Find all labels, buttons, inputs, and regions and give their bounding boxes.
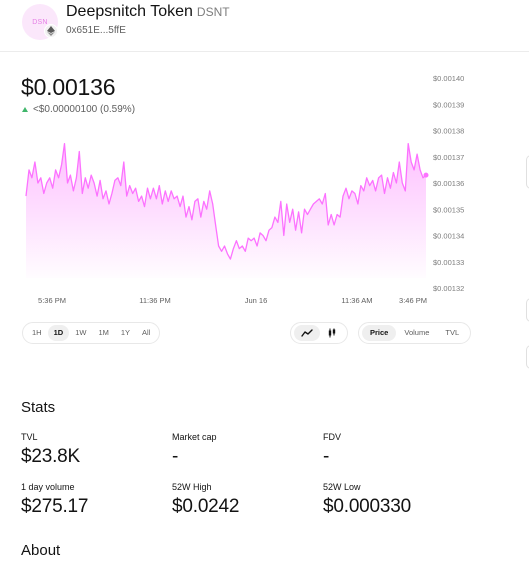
time-range-1d[interactable]: 1D bbox=[47, 325, 70, 341]
stat-tvl: TVL $23.8K bbox=[21, 432, 80, 468]
stat-label: Market cap bbox=[172, 432, 217, 442]
stat-market-cap: Market cap - bbox=[172, 432, 217, 468]
token-symbol: DSNT bbox=[196, 5, 230, 19]
price-chart[interactable]: $0.00140 $0.00139 $0.00138 $0.00137 $0.00136… bbox=[0, 65, 529, 310]
y-tick-label: $0.00133 bbox=[433, 258, 464, 267]
time-range-1h[interactable]: 1H bbox=[26, 325, 48, 341]
stat-label: 1 day volume bbox=[21, 482, 75, 492]
y-tick-label: $0.00136 bbox=[433, 179, 464, 188]
metric-price[interactable]: Price bbox=[362, 325, 397, 341]
stat-value: $0.0242 bbox=[172, 496, 240, 517]
time-range-selector: 1H 1D 1W 1M 1Y All bbox=[22, 322, 161, 344]
y-tick-label: $0.00134 bbox=[433, 232, 464, 241]
candlestick-chart-button[interactable] bbox=[320, 325, 344, 341]
stat-value: $23.8K bbox=[21, 446, 81, 467]
stat-label: 52W High bbox=[172, 482, 212, 492]
x-tick-label: 11:36 AM bbox=[341, 296, 372, 305]
price-area bbox=[26, 143, 426, 278]
line-chart-icon bbox=[301, 329, 313, 337]
line-chart-button[interactable] bbox=[294, 325, 320, 341]
y-axis: $0.00140 $0.00139 $0.00138 $0.00137 $0.00136… bbox=[433, 74, 464, 293]
time-range-all[interactable]: All bbox=[136, 325, 156, 341]
stat-value: $275.17 bbox=[21, 496, 89, 517]
x-tick-label: 11:36 PM bbox=[139, 296, 171, 305]
chart-metric-selector: Price Volume TVL bbox=[358, 322, 472, 344]
token-header: DSN Deepsnitch Token DSNT 0x651E...5ffE bbox=[0, 0, 529, 52]
chart-type-selector bbox=[290, 322, 348, 344]
metric-volume[interactable]: Volume bbox=[396, 325, 437, 341]
y-tick-label: $0.00138 bbox=[433, 127, 464, 136]
about-title: About bbox=[21, 542, 61, 559]
x-tick-label: 5:36 PM bbox=[38, 296, 66, 305]
y-tick-label: $0.00132 bbox=[433, 284, 464, 293]
y-tick-label: $0.00140 bbox=[433, 74, 464, 83]
metric-tvl[interactable]: TVL bbox=[437, 325, 467, 341]
stat-label: FDV bbox=[323, 432, 341, 442]
ethereum-icon bbox=[44, 24, 58, 38]
stat-fdv: FDV - bbox=[323, 432, 341, 468]
x-tick-label: Jun 16 bbox=[245, 296, 268, 305]
stat-52w-high: 52W High $0.0242 bbox=[172, 482, 239, 518]
y-tick-label: $0.00139 bbox=[433, 100, 464, 109]
x-tick-label: 3:46 PM bbox=[399, 296, 427, 305]
stat-value: - bbox=[172, 446, 179, 467]
stat-1d-volume: 1 day volume $275.17 bbox=[21, 482, 88, 518]
token-title: Deepsnitch Token DSNT bbox=[66, 3, 230, 21]
x-axis: 5:36 PM 11:36 PM Jun 16 11:36 AM 3:46 PM bbox=[38, 296, 427, 305]
stat-label: 52W Low bbox=[323, 482, 361, 492]
token-name: Deepsnitch Token bbox=[66, 3, 193, 20]
current-price-dot bbox=[423, 172, 429, 178]
stats-title: Stats bbox=[21, 399, 56, 416]
token-logo-text: DSN bbox=[32, 18, 48, 26]
time-range-1m[interactable]: 1M bbox=[92, 325, 114, 341]
stat-value: - bbox=[323, 446, 330, 467]
y-tick-label: $0.00135 bbox=[433, 205, 464, 214]
token-address[interactable]: 0x651E...5ffE bbox=[66, 25, 126, 36]
candlestick-icon bbox=[328, 328, 336, 338]
time-range-1y[interactable]: 1Y bbox=[115, 325, 136, 341]
stat-label: TVL bbox=[21, 432, 38, 442]
stat-value: $0.000330 bbox=[323, 496, 412, 517]
time-range-1w[interactable]: 1W bbox=[69, 325, 92, 341]
stat-52w-low: 52W Low $0.000330 bbox=[323, 482, 411, 518]
y-tick-label: $0.00137 bbox=[433, 153, 464, 162]
